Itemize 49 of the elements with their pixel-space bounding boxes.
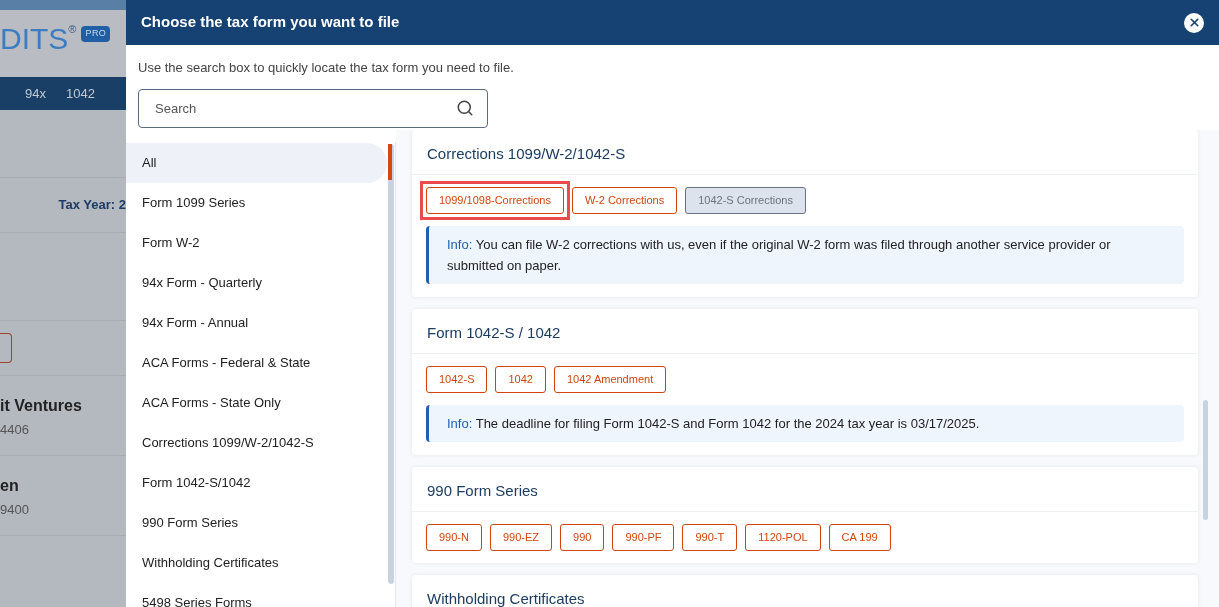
form-button[interactable]: 990-N	[426, 523, 482, 551]
form-button[interactable]: 1042	[495, 365, 546, 393]
section-title: Corrections 1099/W-2/1042-S	[427, 144, 626, 162]
info-note: Info: The deadline for filing Form 1042-S and Form 1042 for the 2024 tax year is 03/17/2025.	[426, 404, 1184, 442]
company-number: 4406	[0, 421, 30, 439]
category-item[interactable]: ACA Forms - State Only	[126, 382, 387, 423]
nav-item[interactable]: 1042	[65, 83, 95, 104]
form-button[interactable]: 990-EZ	[489, 523, 553, 551]
tax-year-label: Tax Year: 2	[58, 196, 126, 215]
form-button[interactable]: 1099/1098-Corrections	[426, 186, 564, 214]
category-item[interactable]: 5498 Series Forms	[126, 582, 387, 607]
close-icon	[1187, 16, 1201, 29]
scrollbar[interactable]	[1203, 399, 1208, 520]
search-field[interactable]: Search	[138, 88, 488, 128]
category-item[interactable]: ACA Forms - Federal & State	[126, 342, 387, 383]
form-button[interactable]: 1120-POL	[745, 523, 821, 551]
category-item[interactable]: All	[126, 142, 387, 183]
close-button[interactable]	[1184, 12, 1204, 33]
form-button[interactable]: 1042 Amendment	[553, 365, 667, 393]
category-item[interactable]: Form W-2	[126, 222, 387, 263]
outlined-control[interactable]	[0, 333, 12, 363]
section-title: Withholding Certificates	[427, 589, 585, 607]
section-title: Form 1042-S / 1042	[427, 323, 561, 341]
category-item[interactable]: 94x Form - Quarterly	[126, 262, 387, 303]
dialog-description: Use the search box to quickly locate the tax form you need to file.	[138, 59, 515, 77]
category-item[interactable]: 990 Form Series	[126, 502, 387, 543]
form-button[interactable]: 990-T	[682, 523, 738, 551]
registered-mark: ®	[68, 24, 77, 35]
nav-item[interactable]: 94x	[25, 83, 46, 104]
section-title: 990 Form Series	[427, 481, 538, 499]
category-item[interactable]: 94x Form - Annual	[126, 302, 387, 343]
form-button[interactable]: 1042-S	[426, 365, 488, 393]
category-item[interactable]: Form 1042-S/1042	[126, 462, 387, 503]
form-button[interactable]: 990-PF	[612, 523, 675, 551]
form-button[interactable]: W-2 Corrections	[571, 186, 678, 214]
company-number: 9400	[0, 501, 30, 519]
category-item[interactable]: Form 1099 Series	[126, 182, 387, 223]
form-button[interactable]: CA 199	[828, 523, 891, 551]
info-note: Info: You can file W-2 corrections with us, even if the original W-2 form was filed through another service provider or submitted on paper.	[426, 225, 1184, 284]
pro-badge: PRO	[81, 26, 111, 42]
dialog-title: Choose the tax form you want to file	[141, 12, 400, 33]
category-item[interactable]: Corrections 1099/W-2/1042-S	[126, 422, 387, 463]
logo-text: DITS	[0, 24, 69, 54]
scrollbar[interactable]	[388, 143, 394, 584]
category-item[interactable]: Withholding Certificates	[126, 542, 387, 583]
form-button[interactable]: 990	[560, 523, 605, 551]
company-name: en	[0, 476, 20, 496]
company-name: it Ventures	[0, 396, 83, 416]
search-icon	[456, 98, 474, 117]
